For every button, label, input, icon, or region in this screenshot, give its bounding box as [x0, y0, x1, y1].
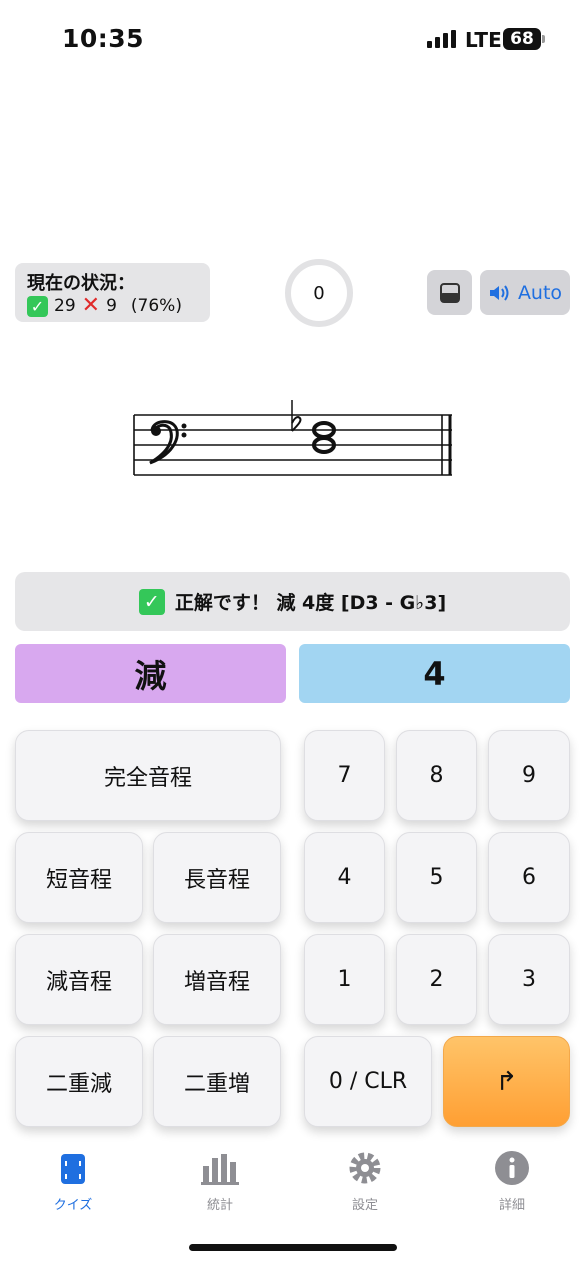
gear-icon [349, 1152, 381, 1184]
tab-quiz[interactable]: クイズ [23, 1150, 123, 1213]
cross-icon: ✕ [81, 293, 101, 318]
key-label: 二重減 [45, 1071, 112, 1097]
music-staff [133, 400, 452, 476]
info-icon [495, 1151, 529, 1185]
key-label: 0 / CLR [328, 1069, 408, 1094]
battery-cap [542, 35, 545, 43]
correct-count: 29 [54, 296, 76, 316]
score-title: 現在の状況： [27, 273, 135, 294]
major-interval-button[interactable]: 長音程 [153, 832, 281, 923]
tab-details[interactable]: 詳細 [462, 1150, 562, 1213]
feedback-text: 正解です！ 減 4度 [D3 - G♭3] [174, 592, 447, 614]
key-label: 減音程 [45, 969, 112, 995]
auto-label: Auto [517, 281, 563, 304]
chart-icon [201, 1154, 239, 1185]
augmented-interval-button[interactable]: 増音程 [153, 934, 281, 1025]
digit-4-button[interactable]: 4 [304, 832, 385, 923]
key-label: 5 [429, 865, 444, 890]
bass-clef-icon [149, 420, 187, 465]
wrong-count: 9 [106, 296, 117, 316]
answer-number: 4 [299, 644, 570, 703]
key-label: 増音程 [183, 969, 250, 995]
tab-label: 設定 [351, 1198, 378, 1213]
key-label: 短音程 [45, 867, 112, 893]
auto-play-button[interactable]: Auto [480, 270, 570, 315]
next-arrow-icon: ↱ [495, 1066, 518, 1097]
key-label: 7 [337, 763, 352, 788]
clear-button[interactable]: 0 / CLR [304, 1036, 432, 1127]
diminished-interval-button[interactable]: 減音程 [15, 934, 143, 1025]
tab-label: 詳細 [498, 1198, 525, 1213]
double-augmented-button[interactable]: 二重増 [153, 1036, 281, 1127]
timer-ring: 0 [285, 259, 353, 327]
digit-6-button[interactable]: 6 [488, 832, 570, 923]
score-line: ✓ 29 ✕ 9 (76%) [27, 295, 182, 317]
panel-icon [439, 282, 460, 303]
tab-label: 統計 [206, 1198, 233, 1213]
answer-quality-label: 減 [134, 656, 167, 695]
signal-icon [427, 30, 456, 48]
key-label: 完全音程 [103, 765, 192, 791]
minor-interval-button[interactable]: 短音程 [15, 832, 143, 923]
feedback-banner: ✓ 正解です！ 減 4度 [D3 - G♭3] [15, 572, 570, 631]
timer-value: 0 [313, 282, 325, 304]
perfect-interval-button[interactable]: 完全音程 [15, 730, 281, 821]
key-label: 長音程 [183, 867, 250, 893]
battery-icon: 68 [503, 28, 541, 50]
quiz-icon [61, 1154, 85, 1184]
network-label: LTE [465, 28, 502, 52]
next-button[interactable]: ↱ [443, 1036, 570, 1127]
key-label: 9 [522, 763, 536, 788]
tab-statistics[interactable]: 統計 [170, 1150, 270, 1213]
home-indicator [189, 1244, 397, 1251]
tab-settings[interactable]: 設定 [315, 1150, 415, 1213]
tab-label: クイズ [53, 1198, 93, 1213]
double-diminished-button[interactable]: 二重減 [15, 1036, 143, 1127]
key-label: 8 [429, 763, 444, 788]
key-label: 二重増 [183, 1071, 250, 1097]
check-icon: ✓ [138, 588, 165, 615]
key-label: 4 [337, 865, 352, 890]
key-label: 1 [337, 967, 352, 992]
speaker-icon [489, 284, 509, 301]
check-icon: ✓ [27, 295, 48, 317]
digit-8-button[interactable]: 8 [396, 730, 477, 821]
battery-level: 68 [510, 29, 534, 49]
key-label: 6 [522, 865, 536, 890]
digit-9-button[interactable]: 9 [488, 730, 570, 821]
digit-7-button[interactable]: 7 [304, 730, 385, 821]
digit-3-button[interactable]: 3 [488, 934, 570, 1025]
digit-2-button[interactable]: 2 [396, 934, 477, 1025]
keyboard-toggle-button[interactable] [427, 270, 472, 315]
key-label: 2 [429, 967, 444, 992]
answer-quality: 減 [15, 644, 286, 703]
score-percent: (76%) [130, 296, 182, 316]
digit-5-button[interactable]: 5 [396, 832, 477, 923]
key-label: 3 [522, 967, 536, 992]
status-time: 10:35 [62, 24, 145, 53]
answer-number-label: 4 [423, 654, 446, 693]
digit-1-button[interactable]: 1 [304, 934, 385, 1025]
